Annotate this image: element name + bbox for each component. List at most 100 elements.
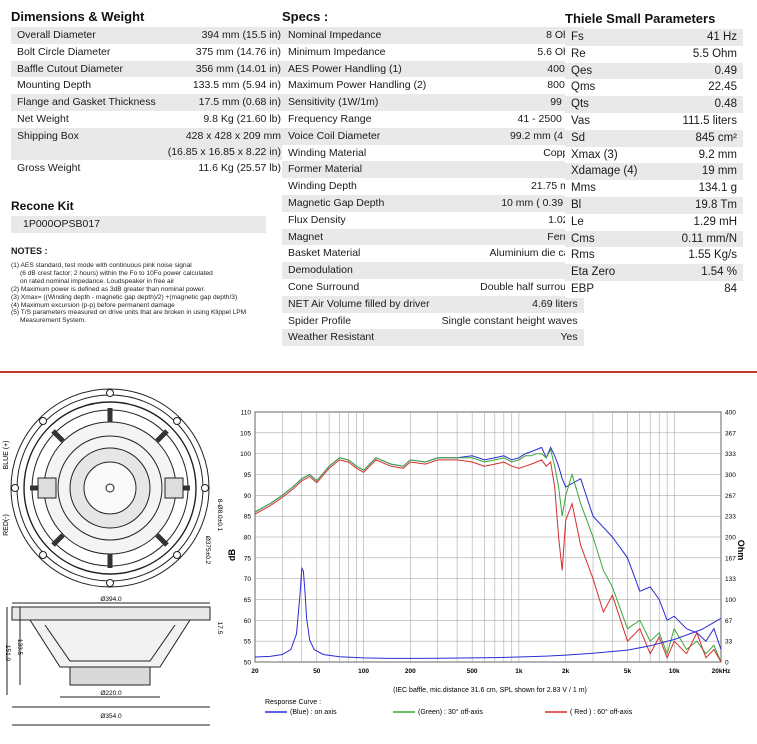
dimensions-title: Dimensions & Weight [11, 9, 145, 24]
x-tick-label: 10k [669, 668, 680, 675]
dimensions-row: Overall Diameter 394 mm (15.5 in) [11, 27, 287, 44]
y2-tick-label: 133 [725, 576, 736, 583]
dimensions-table: Overall Diameter 394 mm (15.5 in) Bolt Cir… [11, 27, 287, 177]
specs-row: NET Air Volume filled by driver 4.69 lite… [282, 295, 584, 313]
y-tick-label: 65 [244, 597, 252, 604]
thiele-value: 1.54 % [647, 264, 743, 281]
thiele-row: Qes 0.49 [565, 62, 743, 80]
thiele-label: Qts [565, 96, 647, 113]
x-tick-label: 5k [624, 668, 632, 675]
y-tick-label: 95 [244, 472, 252, 479]
dim-total-depth: 151.0 [4, 645, 11, 662]
specs-row: Basket Material Aluminium die cast [282, 245, 584, 263]
specs-label: Frequency Range [282, 110, 436, 128]
specs-value: 99.2 mm (4 in) [435, 127, 584, 145]
specs-label: Maximum Power Handling (2) [282, 77, 436, 95]
note-line: (3) Xmax= ((Winding depth - magnetic gap… [11, 293, 238, 301]
thiele-label: EBP [565, 280, 647, 298]
x-tick-label: 20 [251, 668, 259, 675]
y2-tick-label: 267 [725, 493, 736, 500]
thiele-label: Qes [565, 62, 647, 80]
thiele-label: Rms [565, 247, 647, 265]
dimensions-row: Shipping Box 428 x 428 x 209 mm (16.85 x 1… [11, 127, 287, 160]
specs-label: Voice Coil Diameter [282, 127, 436, 145]
thiele-row: Cms 0.11 mm/N [565, 230, 743, 248]
thiele-value: 22.45 [647, 79, 743, 97]
specs-row: Sensitivity (1W/1m) 99 dB [282, 94, 584, 111]
thiele-label: Xdamage (4) [565, 163, 647, 181]
specs-value: 41 - 2500 Hz [435, 110, 584, 128]
polarity-minus-label: RED(-) [3, 514, 10, 536]
thiele-row: Fs 41 Hz [565, 29, 743, 46]
specs-row: Flux Density 1.02 T [282, 211, 584, 229]
specs-label: Former Material [282, 161, 436, 179]
thiele-value: 19.8 Tm [647, 196, 743, 214]
dimensions-value: 17.5 mm (0.68 in) [161, 94, 287, 111]
specs-row: Minimum Impedance 5.6 Ohm [282, 43, 584, 61]
thiele-label: Re [565, 45, 647, 63]
thiele-value: 0.11 mm/N [647, 230, 743, 248]
thiele-row: Sd 845 cm² [565, 129, 743, 147]
dimensions-row: Bolt Circle Diameter 375 mm (14.76 in) [11, 43, 287, 61]
dim-mounting-depth: 133.5 [16, 639, 23, 656]
specs-label: Weather Resistant [282, 329, 436, 347]
y2-tick-label: 333 [725, 451, 736, 458]
specs-value: Single constant height waves [435, 312, 584, 330]
specs-label: Flux Density [282, 211, 436, 229]
thiele-title: Thiele Small Parameters [565, 11, 716, 26]
thiele-label: Xmax (3) [565, 146, 647, 164]
dimensions-value: 9.8 Kg (21.60 lb) [161, 110, 287, 128]
specs-value: 5.6 Ohm [435, 43, 584, 61]
dimensions-row: Flange and Gasket Thickness 17.5 mm (0.68… [11, 94, 287, 111]
thiele-row: Mms 134.1 g [565, 180, 743, 197]
chart-grid [254, 411, 722, 663]
dimensions-row: Gross Weight 11.6 Kg (25.57 lb) [11, 159, 287, 177]
specs-label: Magnet [282, 228, 436, 246]
thiele-value: 5.5 Ohm [647, 45, 743, 63]
dimensions-label: Mounting Depth [11, 77, 162, 95]
thiele-row: EBP 84 [565, 280, 743, 298]
thiele-row: Xdamage (4) 19 mm [565, 163, 743, 181]
y2-tick-label: 400 [725, 410, 736, 417]
specs-value: Till [435, 161, 584, 179]
thiele-label: Cms [565, 230, 647, 248]
legend-title: Response Curve : [265, 699, 321, 706]
y-axis-label: dB [227, 549, 237, 561]
thiele-value: 134.1 g [647, 180, 743, 197]
specs-row: Former MaterialTill [282, 161, 584, 179]
thiele-value: 0.49 [647, 62, 743, 80]
specs-label: AES Power Handling (1) [282, 60, 436, 78]
specs-label: Minimum Impedance [282, 43, 436, 61]
dimensions-value: 356 mm (14.01 in) [161, 60, 287, 78]
dimensions-label: Flange and Gasket Thickness [11, 94, 162, 111]
thiele-row: Re 5.5 Ohm [565, 45, 743, 63]
dim-bolt-holes: 8-Ø8.0±0.1 [216, 499, 223, 532]
polarity-plus-label: BLUE (+) [3, 441, 10, 470]
y2-axis-label: Ohm [736, 540, 746, 561]
thiele-label: Qms [565, 79, 647, 97]
specs-label: Nominal Impedance [282, 27, 436, 44]
dimensions-row: Mounting Depth 133.5 mm (5.94 in) [11, 77, 287, 95]
dimensions-label: Net Weight [11, 110, 162, 128]
thiele-label: Le [565, 213, 647, 231]
specs-row: Voice Coil Diameter 99.2 mm (4 in) [282, 127, 584, 145]
thiele-label: Vas [565, 112, 647, 130]
thiele-label: Eta Zero [565, 264, 647, 281]
y-tick-label: 110 [241, 410, 252, 417]
specs-row: Demodulation- [282, 262, 584, 279]
thiele-table: Fs 41 Hz Re 5.5 Ohm Qes 0.49 Qms 22.45 Qts 0.48 Va… [565, 29, 743, 298]
thiele-label: Sd [565, 129, 647, 147]
dim-bolt-circle: Ø375±0.2 [204, 536, 211, 565]
recone-code: 1P000OPSB017 [11, 216, 266, 233]
y-tick-label: 80 [244, 535, 252, 542]
thiele-row: Bl 19.8 Tm [565, 196, 743, 214]
x-tick-label: 2k [562, 668, 570, 675]
dimensions-value: 375 mm (14.76 in) [161, 43, 287, 61]
frequency-response-chart: 20 50 100 200 500 1k 2k 5k 10k 20kHz5055606570758… [227, 410, 746, 717]
specs-title: Specs : [282, 9, 329, 24]
specs-label: Winding Depth [282, 178, 436, 195]
specs-label: Cone Surround [282, 278, 436, 296]
dimensions-value: 133.5 mm (5.94 in) [161, 77, 287, 95]
thiele-label: Bl [565, 196, 647, 214]
note-line: (2) Maximum power is defined as 3dB grea… [11, 285, 206, 293]
